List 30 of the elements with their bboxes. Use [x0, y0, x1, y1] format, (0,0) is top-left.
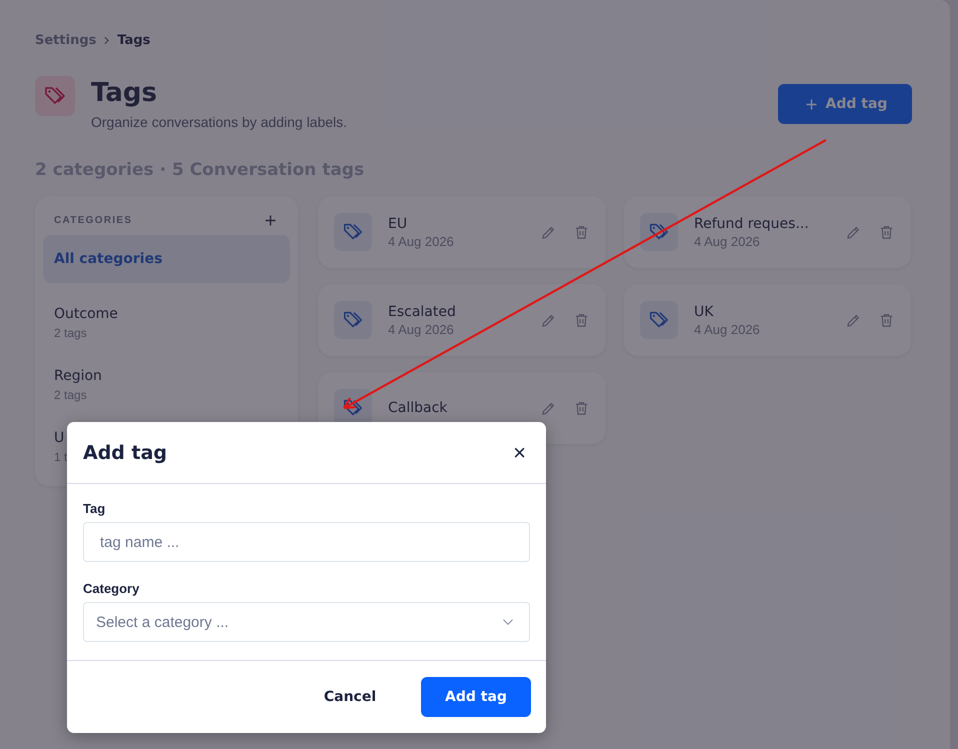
- add-tag-button[interactable]: Add tag: [778, 84, 912, 124]
- page-subtitle: Organize conversations by adding labels.: [91, 114, 348, 130]
- tag-name: EU: [388, 216, 408, 232]
- category-item[interactable]: All categories: [43, 235, 290, 283]
- category-dropdown[interactable]: Select a category ...: [83, 602, 530, 642]
- page-title: Tags: [91, 77, 158, 110]
- field-label: Tag: [83, 501, 106, 516]
- tag-name-field[interactable]: tag name ...: [83, 522, 530, 562]
- tag-date: 4 Aug 2026: [694, 322, 761, 336]
- breadcrumb-link[interactable]: Settings: [35, 32, 96, 48]
- trash-icon[interactable]: [878, 312, 895, 328]
- trash-icon[interactable]: [573, 224, 590, 240]
- tag-date: 4 Aug 2026: [694, 234, 761, 248]
- tag-name: Escalated: [388, 304, 457, 320]
- tag-date: 4 Aug 2026: [388, 322, 455, 336]
- categories-heading: CATEGORIES: [54, 215, 132, 226]
- trash-icon[interactable]: [573, 400, 590, 416]
- tag-name: Callback: [388, 400, 448, 416]
- close-button[interactable]: ×: [509, 442, 530, 464]
- field-label: Category: [83, 581, 140, 596]
- trash-icon[interactable]: [878, 224, 895, 240]
- category-item[interactable]: Outcome 2 tags: [43, 293, 290, 353]
- dialog-title: Add tag: [83, 442, 168, 464]
- add-tag-button[interactable]: Add tag: [421, 677, 531, 717]
- category-item[interactable]: Region 2 tags: [43, 355, 290, 415]
- cancel-button[interactable]: Cancel: [295, 677, 405, 717]
- tag-date: 4 Aug 2026: [388, 234, 455, 248]
- trash-icon[interactable]: [573, 312, 590, 328]
- tag-name: UK: [694, 304, 714, 320]
- tag-name: Refund reques...: [694, 216, 810, 232]
